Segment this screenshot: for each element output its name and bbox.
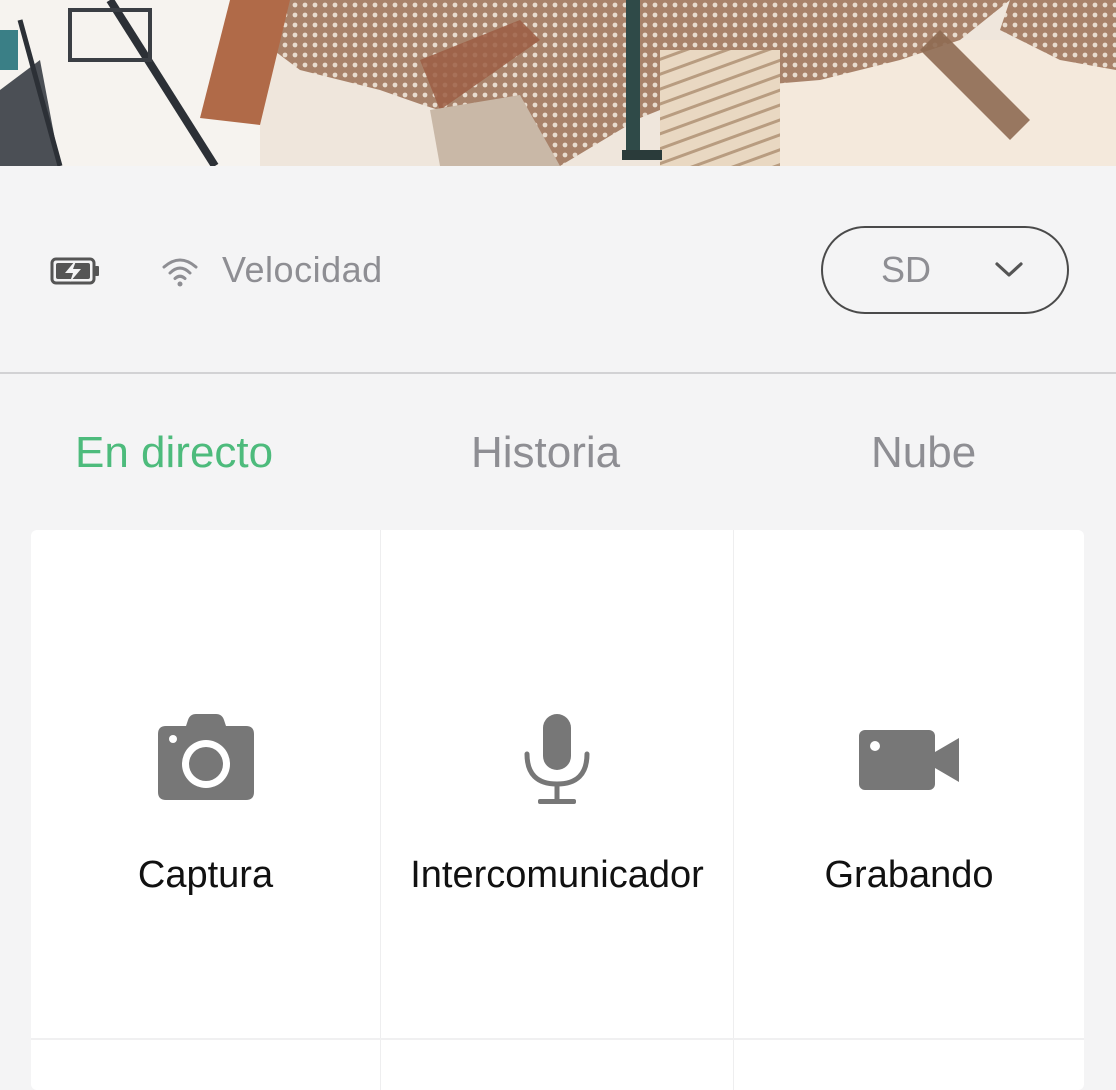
capture-button[interactable]: Captura <box>31 530 380 1038</box>
video-camera-icon <box>734 714 1084 810</box>
tab-live[interactable]: En directo <box>75 426 273 480</box>
wifi-icon <box>160 255 200 287</box>
camera-icon <box>31 714 380 810</box>
intercom-button[interactable]: Intercomunicador <box>381 530 733 1038</box>
record-button[interactable]: Grabando <box>734 530 1084 1038</box>
microphone-icon <box>381 714 733 810</box>
chevron-down-icon <box>993 260 1025 280</box>
capture-label: Captura <box>137 854 274 896</box>
actions-grid: Captura Intercomunicador Grabando <box>31 530 1084 1090</box>
record-label: Grabando <box>824 854 994 896</box>
divider <box>0 372 1116 374</box>
tab-cloud[interactable]: Nube <box>871 426 976 480</box>
live-video-feed[interactable] <box>0 0 1116 166</box>
live-video-image <box>0 0 1116 166</box>
tab-history[interactable]: Historia <box>471 426 620 480</box>
grid-divider <box>31 1038 1084 1040</box>
intercom-label: Intercomunicador <box>410 854 704 896</box>
quality-select[interactable]: SD <box>821 226 1069 314</box>
battery-charging-icon <box>50 257 102 285</box>
quality-value: SD <box>881 249 932 290</box>
speed-label: Velocidad <box>222 249 383 290</box>
